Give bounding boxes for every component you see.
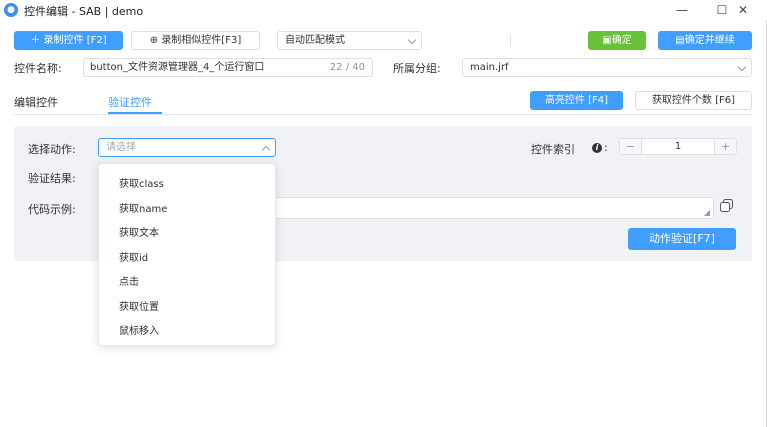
dropdown-option-get-class[interactable]: 获取class bbox=[119, 175, 164, 190]
tab-verify-control[interactable]: 验证控件 bbox=[108, 94, 152, 110]
dropdown-option-get-id[interactable]: 获取id bbox=[119, 249, 148, 264]
tabs-divider bbox=[14, 114, 752, 115]
record-control-button[interactable]: ＋ 录制控件 [F2] bbox=[14, 31, 123, 50]
resize-handle-icon[interactable]: ◢ bbox=[704, 208, 710, 217]
action-verify-button[interactable]: 动作验证[F7] bbox=[628, 228, 736, 250]
active-tab-indicator bbox=[108, 112, 162, 114]
copy-icon: ▤ bbox=[675, 35, 685, 46]
control-index-text: 控件索引 bbox=[531, 143, 575, 156]
copy-code-icon[interactable] bbox=[720, 199, 733, 212]
code-example-label: 代码示例: bbox=[28, 203, 76, 216]
dropdown-option-get-name[interactable]: 获取name bbox=[119, 200, 167, 215]
dropdown-option-get-position[interactable]: 获取位置 bbox=[119, 298, 159, 313]
dropdown-option-mouse-over[interactable]: 鼠标移入 bbox=[119, 322, 159, 337]
info-icon[interactable]: i bbox=[592, 143, 602, 153]
close-button[interactable]: ✕ bbox=[723, 0, 763, 20]
confirm-button[interactable]: ▣确定 bbox=[588, 31, 646, 50]
chevron-down-icon bbox=[737, 62, 747, 72]
action-select[interactable]: 请选择 bbox=[98, 138, 276, 157]
confirm-label: 确定 bbox=[611, 35, 632, 46]
confirm-continue-label: 确定并继续 bbox=[684, 35, 735, 46]
verify-result-label: 验证结果: bbox=[28, 172, 76, 185]
title-bar: ● 控件编辑 - SAB | demo — ☐ ✕ bbox=[0, 0, 767, 20]
record-similar-button[interactable]: ⊕ 录制相似控件[F3] bbox=[131, 31, 260, 50]
dropdown-option-click[interactable]: 点击 bbox=[119, 273, 139, 288]
highlight-control-button[interactable]: 高亮控件 [F4] bbox=[530, 91, 623, 110]
select-action-label: 选择动作: bbox=[28, 143, 76, 156]
action-placeholder: 请选择 bbox=[106, 142, 136, 153]
control-name-label: 控件名称: bbox=[14, 62, 62, 75]
control-name-input[interactable]: button_文件资源管理器_4_个运行窗口 22 / 40 bbox=[83, 58, 373, 77]
window-title: 控件编辑 - SAB | demo bbox=[24, 5, 144, 18]
decrement-button[interactable]: − bbox=[620, 139, 642, 154]
match-mode-select[interactable]: 自动匹配模式 bbox=[277, 31, 422, 50]
chat-bubble-icon: ● bbox=[4, 3, 18, 17]
plus-circle-icon: ⊕ bbox=[149, 35, 162, 46]
group-select[interactable]: main.jrf bbox=[462, 58, 752, 77]
chevron-down-icon bbox=[407, 35, 417, 45]
dropdown-option-get-text[interactable]: 获取文本 bbox=[119, 224, 159, 239]
confirm-continue-button[interactable]: ▤确定并继续 bbox=[658, 31, 752, 50]
record-similar-label: 录制相似控件[F3] bbox=[161, 35, 242, 46]
group-value: main.jrf bbox=[470, 62, 509, 73]
increment-button[interactable]: + bbox=[714, 139, 736, 154]
chevron-up-icon bbox=[261, 145, 271, 155]
record-control-label: 录制控件 [F2] bbox=[43, 35, 107, 46]
get-control-count-button[interactable]: 获取控件个数 [F6] bbox=[635, 91, 752, 110]
control-edit-window: ● 控件编辑 - SAB | demo — ☐ ✕ ＋ 录制控件 [F2] ⊕ … bbox=[0, 0, 767, 427]
group-label: 所属分组: bbox=[393, 62, 441, 75]
control-name-value: button_文件资源管理器_4_个运行窗口 bbox=[90, 62, 265, 73]
control-index-stepper[interactable]: − 1 + bbox=[619, 138, 737, 155]
match-mode-value: 自动匹配模式 bbox=[285, 35, 345, 46]
minimize-button[interactable]: — bbox=[662, 0, 702, 20]
index-colon: : bbox=[604, 141, 608, 154]
index-value[interactable]: 1 bbox=[642, 139, 714, 154]
char-counter: 22 / 40 bbox=[329, 62, 365, 73]
plus-icon: ＋ bbox=[30, 35, 44, 46]
action-dropdown: 获取class 获取name 获取文本 获取id 点击 获取位置 鼠标移入 bbox=[98, 163, 276, 346]
control-index-label: 控件索引 bbox=[531, 141, 575, 157]
tab-edit-control[interactable]: 编辑控件 bbox=[14, 94, 58, 110]
save-icon: ▣ bbox=[602, 35, 612, 46]
toolbar-divider bbox=[510, 35, 511, 46]
